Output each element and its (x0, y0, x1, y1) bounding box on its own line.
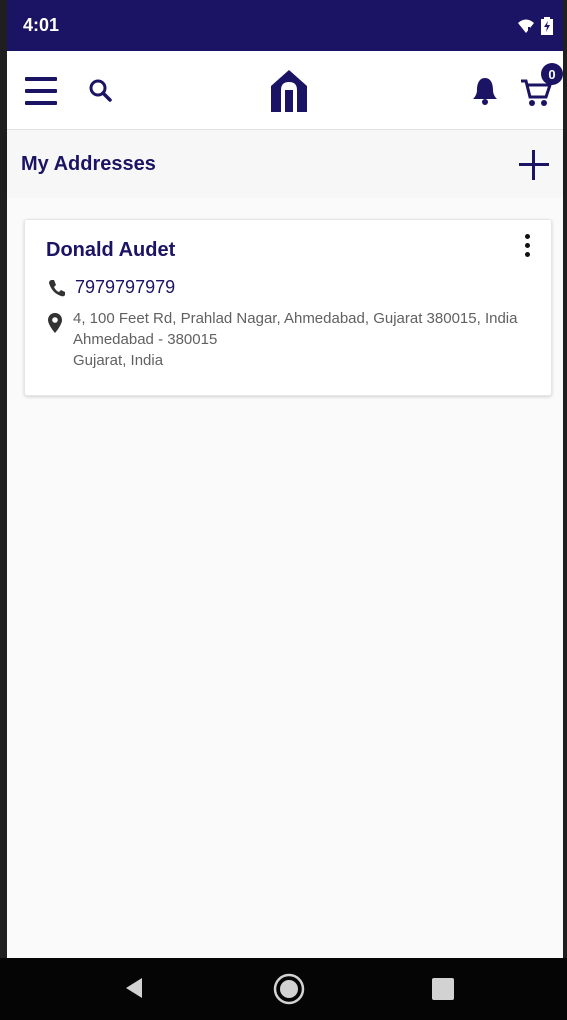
address-name: Donald Audet (46, 239, 176, 261)
address-list: Donald Audet 7979797979 4, 100 Feet Rd, … (7, 198, 563, 958)
address-text: 4, 100 Feet Rd, Prahlad Nagar, Ahmedabad… (73, 310, 517, 369)
bell-icon[interactable] (469, 73, 501, 109)
recent-apps-icon[interactable] (432, 978, 454, 1000)
address-line-1: 4, 100 Feet Rd, Prahlad Nagar, Ahmedabad… (73, 310, 518, 327)
address-card[interactable]: Donald Audet 7979797979 4, 100 Feet Rd, … (24, 219, 552, 396)
app-bar: 0 (7, 51, 563, 130)
battery-charging-icon (541, 16, 553, 35)
location-pin-icon (48, 313, 62, 333)
more-vertical-icon[interactable] (517, 232, 537, 260)
add-address-button[interactable] (517, 148, 551, 182)
phone-number: 7979797979 (75, 277, 176, 297)
cart-count-badge: 0 (541, 63, 563, 85)
system-nav-bar (0, 958, 567, 1020)
house-logo-icon[interactable] (267, 67, 311, 115)
page-header: My Addresses (7, 130, 563, 198)
search-icon[interactable] (83, 73, 119, 109)
status-icons (517, 16, 553, 35)
page-title: My Addresses (21, 153, 156, 175)
phone-row: 7979797979 (47, 277, 175, 298)
home-icon[interactable] (273, 973, 305, 1005)
address-row: 4, 100 Feet Rd, Prahlad Nagar, Ahmedabad… (47, 310, 527, 369)
wifi-icon (518, 19, 534, 33)
back-icon[interactable] (122, 976, 146, 1000)
phone-icon (49, 279, 65, 296)
status-time: 4:01 (23, 15, 60, 35)
address-line-3: Gujarat, India (73, 352, 164, 369)
status-bar: 4:01 (7, 0, 563, 51)
address-line-2: Ahmedabad - 380015 (73, 331, 218, 348)
menu-icon[interactable] (25, 77, 57, 105)
cart-icon[interactable]: 0 (519, 61, 563, 111)
